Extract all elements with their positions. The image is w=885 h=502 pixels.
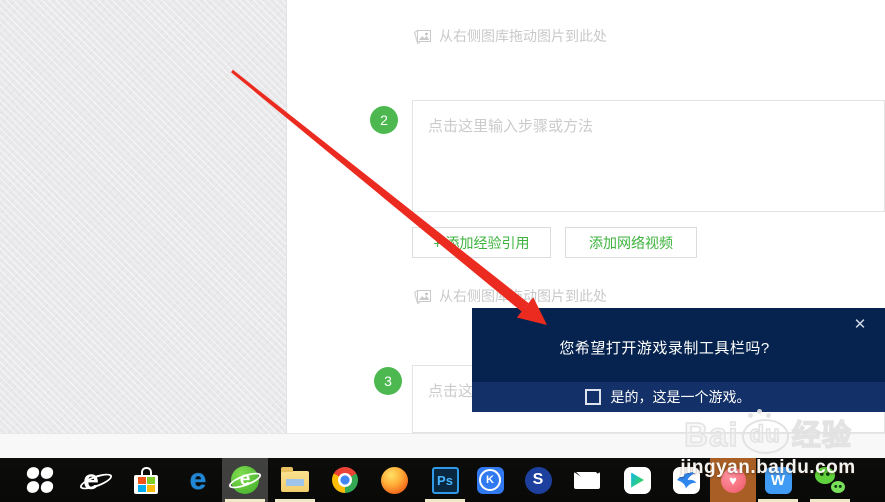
gallery-image-icon: [413, 289, 431, 304]
taskbar-icon-heart-app[interactable]: ♥: [710, 458, 756, 502]
step-3-number: 3: [384, 373, 392, 389]
firefox-icon: [380, 466, 408, 494]
taskbar-icon-file-explorer[interactable]: [272, 458, 318, 502]
drop-hint-text: 从右侧图库拖动图片到此处: [439, 28, 607, 44]
step-2-number: 2: [380, 112, 388, 128]
taskbar: e e e Ps K S ♥ W: [0, 458, 885, 502]
taskbar-icon-microsoft-store[interactable]: [123, 458, 169, 502]
wechat-icon: [815, 467, 845, 493]
taskbar-icon-internet-explorer[interactable]: e: [68, 458, 115, 502]
taskbar-icon-photoshop[interactable]: Ps: [422, 458, 468, 502]
w-bookmark-app-icon: W: [764, 466, 792, 494]
taskbar-icon-k-app[interactable]: K: [467, 458, 513, 502]
taskbar-icon-chrome[interactable]: [322, 458, 368, 502]
microsoft-edge-icon: e: [189, 463, 207, 496]
taskbar-icon-green-e-browser[interactable]: e: [222, 458, 268, 502]
step-2-badge: 2: [370, 106, 398, 134]
internet-explorer-icon: e: [78, 466, 115, 494]
k-app-icon: K: [476, 466, 504, 494]
thunder-bird-icon: [672, 466, 700, 494]
heart-app-icon: ♥: [720, 467, 746, 493]
taskbar-icon-w-bookmark-app[interactable]: W: [755, 458, 801, 502]
s-browser-icon: S: [524, 466, 552, 494]
gamebar-dialog-title: 您希望打开游戏录制工具栏吗?: [559, 340, 770, 357]
drop-hint-bottom: 从右侧图库拖动图片到此处: [413, 286, 607, 306]
taskbar-start-button[interactable]: [17, 458, 63, 502]
taskbar-icon-microsoft-edge[interactable]: e: [175, 458, 221, 502]
close-icon[interactable]: ✕: [849, 313, 871, 335]
gallery-side-panel: [0, 0, 287, 433]
drop-hint-text: 从右侧图库拖动图片到此处: [439, 288, 607, 304]
screen: 从右侧图库拖动图片到此处 2 + 添加经验引用 添加网络视频 从右侧图库拖动图片…: [0, 0, 885, 502]
taskbar-icon-s-browser[interactable]: S: [515, 458, 561, 502]
window-bottom-strip: [0, 433, 885, 458]
tencent-video-icon: [623, 466, 651, 494]
gamebar-dialog-header: 您希望打开游戏录制工具栏吗? ✕: [472, 308, 885, 382]
windows-start-icon: [25, 465, 55, 495]
step-2-input[interactable]: [412, 100, 885, 212]
taskbar-icon-firefox[interactable]: [371, 458, 417, 502]
taskbar-icon-thunder[interactable]: [663, 458, 709, 502]
taskbar-icon-wechat[interactable]: [807, 458, 853, 502]
step-3-badge: 3: [374, 367, 402, 395]
gamebar-dialog: 您希望打开游戏录制工具栏吗? ✕ 是的，这是一个游戏。: [472, 308, 885, 412]
add-reference-button[interactable]: + 添加经验引用: [412, 227, 551, 258]
green-e-browser-icon: e: [227, 466, 263, 494]
drop-hint-top: 从右侧图库拖动图片到此处: [413, 26, 607, 46]
taskbar-icon-tencent-video[interactable]: [614, 458, 660, 502]
microsoft-store-icon: [134, 466, 158, 494]
add-video-button[interactable]: 添加网络视频: [565, 227, 697, 258]
yes-game-checkbox[interactable]: [584, 389, 601, 405]
photoshop-icon: Ps: [431, 466, 459, 494]
yes-game-checkbox-label[interactable]: 是的，这是一个游戏。: [611, 387, 751, 407]
file-explorer-icon: [281, 467, 309, 492]
gallery-image-icon: [413, 29, 431, 44]
gamebar-dialog-footer: 是的，这是一个游戏。: [472, 382, 885, 412]
chrome-icon: [332, 467, 358, 493]
mail-icon: [574, 471, 600, 489]
taskbar-icon-mail[interactable]: [564, 458, 610, 502]
